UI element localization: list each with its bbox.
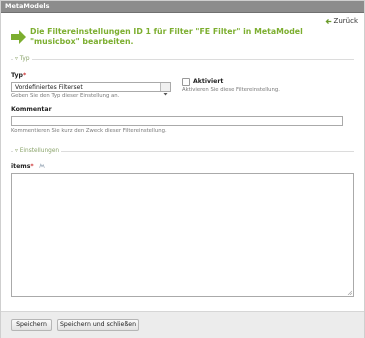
typ-help: Geben Sie den Typ dieser Einstellung an. — [11, 93, 120, 99]
window-titlebar: MetaModels — [1, 1, 364, 13]
typ-label-text: Typ — [11, 72, 23, 79]
edit-filter-setting-panel: MetaModels Zurück Die Filtereinstellunge… — [0, 0, 365, 338]
section-einstellungen[interactable]: ▿ Einstellungen — [11, 146, 354, 156]
pick-items-icon[interactable] — [39, 163, 45, 169]
section-typ[interactable]: ▿ Typ — [11, 54, 354, 64]
back-arrow-icon — [325, 18, 331, 24]
kommentar-input[interactable] — [11, 116, 343, 126]
resize-grip-icon[interactable] — [347, 290, 352, 295]
required-mark: * — [22, 72, 27, 79]
required-mark: * — [30, 163, 34, 170]
section-typ-legend[interactable]: ▿ Typ — [13, 54, 32, 64]
section-divider — [11, 59, 354, 60]
kommentar-label: Kommentar — [11, 106, 52, 113]
kommentar-help: Kommentieren Sie kurz den Zweck dieser F… — [11, 128, 167, 134]
back-link-label[interactable]: Zurück — [334, 17, 358, 25]
form-button-bar — [1, 311, 364, 338]
chevron-down-icon[interactable] — [160, 83, 170, 96]
section-typ-label: Typ — [19, 56, 30, 62]
items-label-text: items — [11, 163, 31, 170]
typ-select[interactable]: Vordefiniertes Filterset — [11, 82, 171, 96]
page-title: Die Filtereinstellungen ID 1 für Filter … — [30, 27, 303, 46]
back-link[interactable]: Zurück — [325, 17, 358, 25]
typ-label: Typ* — [11, 72, 26, 79]
typ-select-value: Vordefiniertes Filterset — [15, 84, 83, 91]
edit-arrow-icon — [11, 30, 26, 44]
aktiviert-checkbox[interactable] — [182, 78, 190, 86]
page-headline: Die Filtereinstellungen ID 1 für Filter … — [11, 27, 351, 47]
save-and-close-button[interactable]: Speichern und schließen — [57, 319, 139, 331]
aktiviert-help: Aktivieren Sie diese Filtereinstellung. — [182, 87, 280, 93]
items-textarea[interactable] — [11, 173, 354, 297]
window-title: MetaModels — [5, 2, 50, 10]
items-label: items* — [11, 163, 45, 170]
section-einstellungen-label: Einstellungen — [19, 148, 60, 154]
aktiviert-label: Aktiviert — [193, 78, 224, 85]
section-divider — [11, 151, 354, 152]
save-button[interactable]: Speichern — [11, 319, 52, 331]
section-einstellungen-legend[interactable]: ▿ Einstellungen — [13, 146, 62, 156]
